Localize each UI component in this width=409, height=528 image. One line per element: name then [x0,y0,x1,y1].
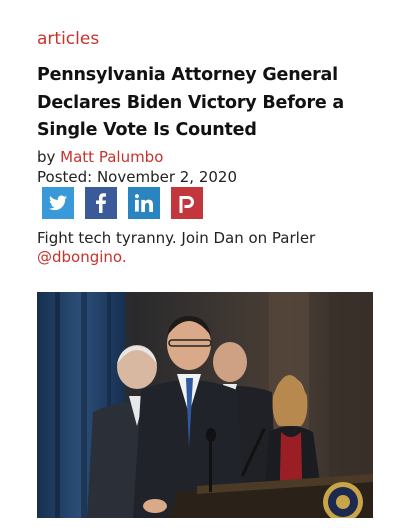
byline-prefix: by [37,148,61,166]
press-conference-image [37,292,373,518]
article-photo [37,292,373,518]
facebook-share-button[interactable] [85,187,117,219]
share-bar [42,187,203,219]
author-link[interactable]: Matt Palumbo [60,148,163,166]
twitter-icon [49,195,67,211]
article-title: Pennsylvania Attorney General Declares B… [37,65,345,140]
linkedin-share-button[interactable] [128,187,160,219]
parler-handle-link[interactable]: @dbongino. [37,248,373,267]
category-link[interactable]: articles [37,29,99,49]
parler-icon [179,196,194,213]
facebook-icon [96,193,106,213]
linkedin-icon [135,194,153,212]
parler-share-button[interactable] [171,187,203,219]
parler-promo: Fight tech tyranny. Join Dan on Parler @… [37,229,373,267]
byline: by Matt Palumbo [37,147,163,167]
twitter-share-button[interactable] [42,187,74,219]
posted-date: Posted: November 2, 2020 [37,168,238,186]
promo-text: Fight tech tyranny. Join Dan on Parler [37,229,316,247]
